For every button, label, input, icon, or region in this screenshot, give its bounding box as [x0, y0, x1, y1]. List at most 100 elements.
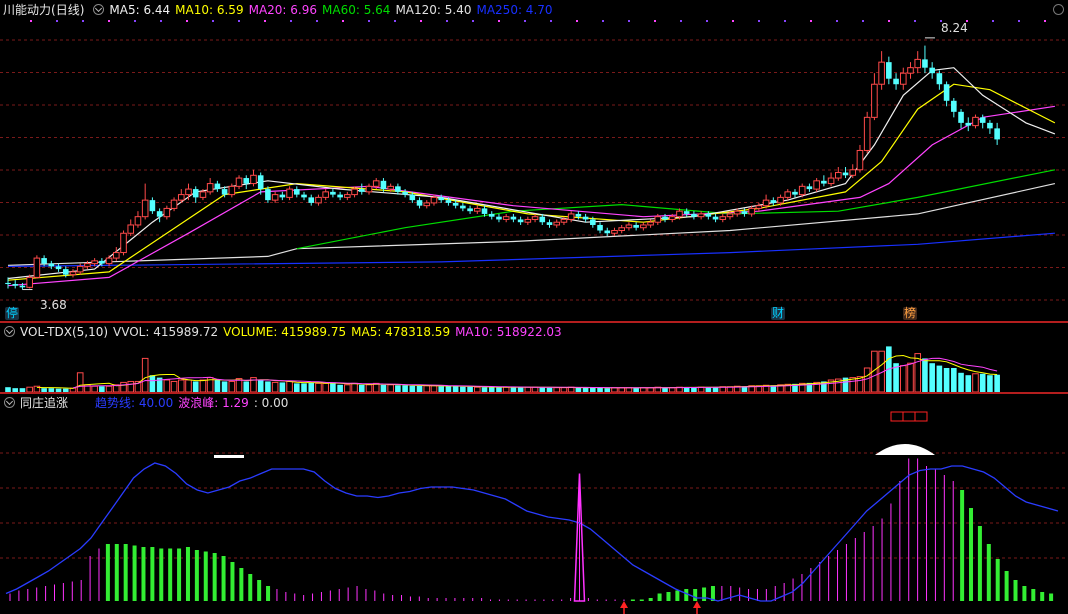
- candle-body: [452, 202, 459, 206]
- ma-legend-item-4: MA120: 5.40: [395, 3, 472, 17]
- candle-body: [863, 116, 871, 151]
- candle-body: [654, 216, 662, 223]
- candle-body: [423, 202, 431, 207]
- volume-bar: [387, 384, 394, 393]
- collapse-toggle-icon[interactable]: [4, 397, 15, 408]
- candle-body: [567, 213, 575, 220]
- volume-bar: [214, 380, 221, 392]
- buy-arrow-icon: [693, 601, 701, 608]
- wave-bar: [194, 550, 199, 601]
- wave-bar: [159, 548, 164, 601]
- finance-tag[interactable]: 财: [771, 307, 786, 320]
- candle-body: [524, 218, 532, 223]
- signal-dot: [576, 20, 578, 22]
- candle-body: [214, 183, 221, 190]
- candle-body: [907, 67, 914, 74]
- candle-body: [943, 84, 950, 101]
- volume-bar: [395, 385, 401, 392]
- wave-bar: [168, 548, 173, 601]
- candle-body: [922, 59, 928, 68]
- candle-body: [668, 216, 676, 220]
- candle-body: [662, 216, 668, 220]
- candle-body: [705, 213, 712, 217]
- candle-body: [792, 191, 798, 195]
- price-chart[interactable]: [0, 0, 1068, 322]
- collapse-toggle-icon[interactable]: [4, 326, 15, 337]
- candle-body: [481, 208, 488, 214]
- candle-body: [170, 199, 178, 209]
- volume-bar: [330, 382, 336, 392]
- candle-body: [755, 205, 763, 209]
- candle-body: [308, 197, 315, 203]
- candle-body: [365, 185, 373, 193]
- ranking-tag[interactable]: 榜: [903, 307, 918, 320]
- volume-bar: [243, 381, 250, 392]
- candle-body: [141, 199, 149, 218]
- volume-bar: [301, 383, 307, 392]
- volume-bar: [286, 380, 293, 393]
- candle-body: [777, 196, 784, 204]
- indicator-chart[interactable]: [0, 393, 1068, 614]
- ma-legend-item-1: MA10: 6.59: [175, 3, 244, 17]
- candle-body: [517, 219, 524, 223]
- candle-body: [936, 73, 943, 85]
- volume-bar: [294, 383, 300, 392]
- candle-body: [488, 213, 495, 217]
- candle-body: [358, 189, 365, 192]
- candle-body: [315, 196, 322, 204]
- volume-panel[interactable]: VOL-TDX(5,10) VVOL: 415989.72 VOLUME: 4159…: [0, 322, 1068, 393]
- wave-bar: [105, 544, 110, 601]
- volume-bar: [987, 375, 993, 392]
- candle-body: [402, 191, 408, 195]
- signal-dot: [30, 20, 32, 22]
- volume-bar: [994, 374, 1000, 392]
- signal-box: [890, 411, 928, 422]
- candle-body: [553, 221, 561, 226]
- volume-bar: [899, 365, 907, 393]
- candle-body: [445, 200, 452, 203]
- wave-bar: [702, 587, 707, 601]
- candle-body: [806, 186, 813, 190]
- buy-arrow-icon: [620, 601, 628, 608]
- volume-bar: [265, 381, 271, 392]
- candle-body: [99, 260, 105, 264]
- volume-bar: [141, 357, 149, 393]
- candle-body: [762, 199, 770, 207]
- volume-bar: [120, 381, 127, 393]
- volume-bar: [979, 373, 986, 392]
- candle-body: [712, 216, 719, 220]
- candle-body: [878, 61, 885, 85]
- candle-body: [351, 188, 358, 196]
- wave-bar: [203, 551, 208, 601]
- collapse-toggle-icon[interactable]: [93, 4, 105, 15]
- signal-dot: [836, 20, 838, 22]
- candle-body: [474, 207, 481, 212]
- candle-body: [496, 216, 502, 220]
- candle-body: [813, 180, 820, 190]
- candle-body: [26, 276, 33, 288]
- volume-header: VOL-TDX(5,10) VVOL: 415989.72 VOLUME: 4159…: [0, 322, 572, 342]
- wave-bar: [230, 562, 235, 601]
- candle-body: [467, 208, 473, 212]
- circle-button-icon[interactable]: [1053, 4, 1064, 15]
- signal-dot: [394, 20, 396, 22]
- indicator-panel[interactable]: 同庄追涨 趋势线: 40.00 波浪峰: 1.29: 0.00: [0, 393, 1068, 614]
- suspend-tag[interactable]: 停: [5, 307, 20, 320]
- candle-body: [546, 222, 553, 225]
- wave-bar: [141, 547, 146, 601]
- signal-dot: [992, 20, 994, 22]
- candle-body: [726, 213, 734, 218]
- price-panel[interactable]: 川能动力(日线) MA5: 6.44 MA10: 6.59 MA20: 6.96 MA6…: [0, 0, 1068, 322]
- candle-body: [597, 224, 603, 231]
- signal-dot: [602, 20, 604, 22]
- candle-body: [279, 194, 286, 198]
- signal-dot: [914, 20, 916, 22]
- candle-body: [856, 149, 864, 171]
- candle-body: [265, 189, 271, 201]
- wave-bar: [693, 589, 698, 601]
- wave-bar: [960, 490, 965, 601]
- wave-bar: [630, 599, 635, 601]
- candle-body: [33, 257, 41, 278]
- candle-body: [235, 177, 243, 187]
- volume-bar: [365, 384, 373, 393]
